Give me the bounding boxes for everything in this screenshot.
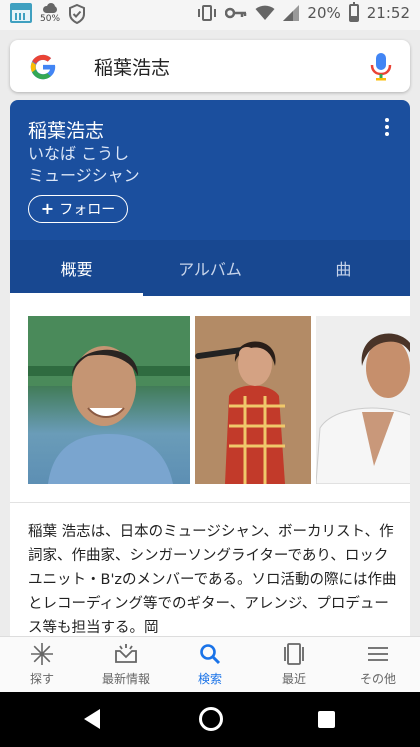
entity-tabs: 概要 アルバム 曲: [10, 240, 410, 296]
image-carousel[interactable]: [28, 316, 410, 484]
entity-reading: いなば こうし: [28, 144, 130, 163]
calendar-app-icon: [10, 3, 32, 23]
battery-percent: 20%: [307, 4, 341, 22]
home-icon[interactable]: [199, 707, 223, 731]
back-icon[interactable]: [84, 709, 100, 729]
microphone-icon[interactable]: [370, 52, 392, 82]
tab-label: アルバム: [178, 260, 242, 279]
nav-recent[interactable]: 最近: [252, 637, 336, 692]
nav-label: 検索: [197, 672, 222, 686]
nav-label: その他: [359, 672, 396, 686]
entity-role: ミュージシャン: [28, 166, 140, 185]
status-bar: 50% 20% 21:52: [0, 0, 420, 30]
nav-label: 最新情報: [101, 672, 150, 686]
nav-more[interactable]: その他: [336, 637, 420, 692]
google-logo-icon: [30, 54, 56, 80]
search-icon: [200, 644, 221, 665]
asterisk-icon: [31, 643, 53, 665]
signal-icon: [283, 5, 300, 21]
tab-albums[interactable]: アルバム: [143, 240, 276, 296]
recent-cards-icon: [284, 643, 304, 665]
photo-thumbnail[interactable]: [195, 316, 311, 484]
vibrate-icon: [198, 5, 217, 21]
battery-icon: [348, 2, 359, 22]
system-navigation-bar: [0, 692, 420, 747]
nav-label: 最近: [281, 672, 306, 686]
divider: [10, 502, 410, 503]
photo-thumbnail[interactable]: [316, 316, 410, 484]
bottom-navigation: 探す 最新情報 検索 最近 その他: [0, 636, 420, 692]
knowledge-panel-header: 稲葉浩志 いなば こうし ミュージシャン + フォロー 概要 アルバム 曲: [10, 100, 410, 296]
photo-thumbnail[interactable]: [28, 316, 190, 484]
wifi-icon: [255, 5, 275, 20]
follow-button[interactable]: + フォロー: [28, 195, 128, 223]
menu-icon: [368, 647, 388, 661]
plus-icon: +: [40, 199, 55, 218]
tab-label: 曲: [335, 260, 352, 279]
nav-search[interactable]: 検索: [168, 637, 252, 692]
weather-indicator: 50%: [40, 3, 60, 24]
search-bar[interactable]: 稲葉浩志: [10, 40, 410, 92]
nav-updates[interactable]: 最新情報: [84, 637, 168, 692]
weather-percent: 50%: [40, 14, 61, 24]
entity-description: 稲葉 浩志は、日本のミュージシャン、ボーカリスト、作詞家、作曲家、シンガーソング…: [28, 524, 397, 636]
updates-icon: [115, 644, 137, 663]
cloud-icon: [41, 3, 59, 13]
nav-label: 探す: [29, 672, 54, 686]
nav-discover[interactable]: 探す: [0, 637, 84, 692]
tab-label: 概要: [60, 260, 93, 279]
shield-icon: [69, 4, 86, 24]
key-icon: [225, 7, 247, 19]
tab-songs[interactable]: 曲: [277, 240, 410, 296]
entity-name: 稲葉浩志: [28, 120, 105, 142]
clock: 21:52: [366, 4, 410, 22]
recent-apps-icon[interactable]: [318, 711, 335, 728]
follow-label: フォロー: [59, 202, 116, 218]
more-options-icon[interactable]: [384, 118, 390, 136]
overview-content: 稲葉 浩志は、日本のミュージシャン、ボーカリスト、作詞家、作曲家、シンガーソング…: [10, 296, 410, 636]
tab-overview[interactable]: 概要: [10, 240, 144, 296]
search-query[interactable]: 稲葉浩志: [94, 53, 170, 80]
